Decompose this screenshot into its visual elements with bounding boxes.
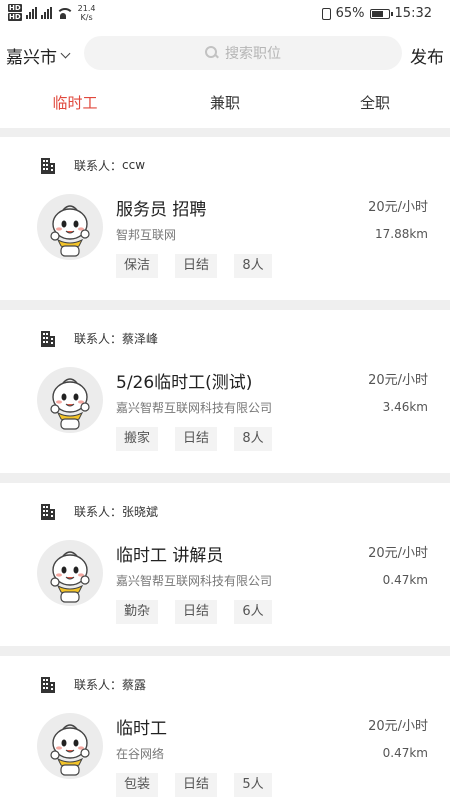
- pay-rate: 20元/小时: [368, 373, 428, 388]
- search-input[interactable]: 搜索职位: [84, 36, 402, 70]
- tag-category: 保洁: [116, 254, 159, 278]
- contact-prefix: 联系人：: [74, 677, 123, 692]
- pay-rate: 20元/小时: [368, 200, 428, 215]
- publish-button[interactable]: 发布: [410, 43, 444, 68]
- distance: 0.47km: [382, 573, 428, 587]
- tag-settlement: 日结: [175, 254, 218, 278]
- pay-rate: 20元/小时: [368, 546, 428, 561]
- contact-prefix: 联系人：: [74, 331, 123, 346]
- tab-part-time[interactable]: 兼职: [150, 78, 300, 128]
- chevron-down-icon: [60, 48, 71, 59]
- tag-category: 搬家: [116, 427, 159, 451]
- tag-list: 勤杂 日结 6人: [116, 600, 273, 624]
- battery-percent: 65%: [335, 6, 365, 21]
- tag-list: 保洁 日结 8人: [116, 254, 273, 278]
- contact-name: 张晓斌: [122, 504, 159, 519]
- pay-rate: 20元/小时: [368, 719, 428, 734]
- mascot-avatar: [37, 540, 103, 606]
- distance: 3.46km: [382, 400, 428, 414]
- tag-headcount: 6人: [234, 600, 273, 624]
- company-name: 嘉兴智帮互联网科技有限公司: [116, 574, 273, 588]
- clock: 15:32: [394, 6, 432, 21]
- search-icon: [205, 46, 219, 60]
- vibrate-icon: [321, 7, 331, 20]
- status-right: 65% 15:32: [321, 6, 432, 21]
- company-name: 嘉兴智帮互联网科技有限公司: [116, 401, 273, 415]
- network-speed-value: 21.4: [77, 4, 96, 13]
- company-name: 在谷网络: [116, 747, 165, 761]
- contact-row: 联系人： 张晓斌: [40, 502, 158, 520]
- battery-icon: [369, 8, 393, 19]
- wifi-icon: [55, 7, 74, 19]
- job-card[interactable]: 联系人： 张晓斌 临时工 讲解员 嘉兴智帮互联网科技有限公司 20元/小时 0.…: [0, 483, 450, 646]
- job-card[interactable]: 联系人： 蔡露 临时工 在谷网络 20元/小时 0.47km 包装 日结 5人: [0, 656, 450, 800]
- tag-category: 包装: [116, 773, 159, 797]
- tab-temporary[interactable]: 临时工: [0, 78, 150, 128]
- distance: 0.47km: [382, 746, 428, 760]
- signal-icon: [25, 7, 37, 19]
- tag-headcount: 8人: [234, 427, 273, 451]
- job-title: 临时工: [116, 719, 167, 739]
- tag-headcount: 8人: [234, 254, 273, 278]
- tag-list: 搬家 日结 8人: [116, 427, 273, 451]
- job-title: 服务员 招聘: [116, 200, 207, 220]
- contact-prefix: 联系人：: [74, 158, 123, 173]
- contact-prefix: 联系人：: [74, 504, 123, 519]
- tab-full-time[interactable]: 全职: [300, 78, 450, 128]
- building-icon: [40, 502, 56, 520]
- mascot-avatar: [37, 713, 103, 779]
- job-list: 联系人： ccw 服务员 招聘 智邦互联网 20元/小时 17.88km 保洁 …: [0, 137, 450, 800]
- tag-settlement: 日结: [175, 600, 218, 624]
- signal-icon-2: [40, 7, 52, 19]
- network-speed: 21.4 K/s: [78, 4, 96, 22]
- company-name: 智邦互联网: [116, 228, 177, 242]
- divider: [0, 128, 450, 137]
- contact-row: 联系人： ccw: [40, 156, 145, 174]
- contact-row: 联系人： 蔡泽峰: [40, 329, 158, 347]
- search-placeholder: 搜索职位: [225, 46, 281, 62]
- tag-settlement: 日结: [175, 427, 218, 451]
- tag-settlement: 日结: [175, 773, 218, 797]
- contact-row: 联系人： 蔡露: [40, 675, 146, 693]
- job-card[interactable]: 联系人： ccw 服务员 招聘 智邦互联网 20元/小时 17.88km 保洁 …: [0, 137, 450, 300]
- mascot-avatar: [37, 367, 103, 433]
- mascot-avatar: [37, 194, 103, 260]
- contact-name: 蔡露: [122, 677, 147, 692]
- tag-headcount: 5人: [234, 773, 273, 797]
- distance: 17.88km: [375, 227, 428, 241]
- network-speed-unit: K/s: [80, 13, 93, 22]
- hd-icon: HD HD: [8, 4, 22, 21]
- city-selector[interactable]: 嘉兴市: [6, 43, 71, 68]
- job-type-tabs: 临时工 兼职 全职: [0, 78, 450, 128]
- tag-category: 勤杂: [116, 600, 159, 624]
- building-icon: [40, 329, 56, 347]
- contact-name: 蔡泽峰: [122, 331, 159, 346]
- city-label: 嘉兴市: [6, 48, 57, 68]
- status-left: HD HD 21.4 K/s: [8, 4, 95, 22]
- tag-list: 包装 日结 5人: [116, 773, 273, 797]
- job-title: 临时工 讲解员: [116, 546, 224, 566]
- job-title: 5/26临时工(测试): [116, 373, 253, 393]
- contact-name: ccw: [122, 158, 146, 172]
- building-icon: [40, 156, 56, 174]
- top-header: 嘉兴市 搜索职位 发布: [0, 30, 450, 78]
- building-icon: [40, 675, 56, 693]
- status-bar: HD HD 21.4 K/s 65% 15:32: [0, 0, 450, 30]
- job-card[interactable]: 联系人： 蔡泽峰 5/26临时工(测试) 嘉兴智帮互联网科技有限公司 20元/小…: [0, 310, 450, 473]
